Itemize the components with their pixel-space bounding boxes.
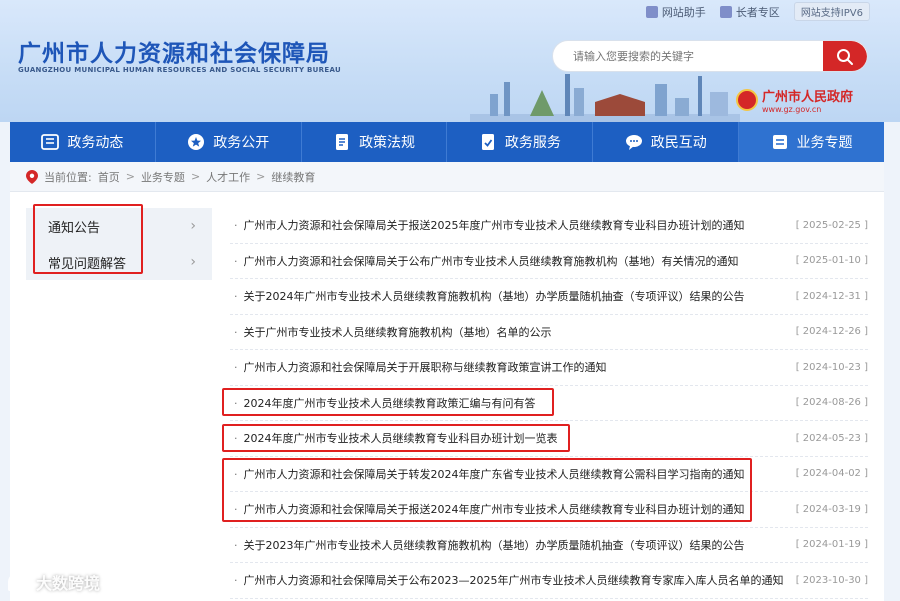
article-title[interactable]: 广州市人力资源和社会保障局关于转发2024年度广东省专业技术人员继续教育公需科目… (230, 466, 745, 482)
site-logo-subtitle: GUANGZHOU MUNICIPAL HUMAN RESOURCES AND … (18, 66, 341, 74)
city-skyline-illustration (470, 74, 740, 122)
article-title[interactable]: 2024年度广州市专业技术人员继续教育政策汇编与有问有答 (230, 395, 536, 411)
document-icon (336, 134, 349, 150)
article-title[interactable]: 广州市人力资源和社会保障局关于报送2024年度广州市专业技术人员继续教育专业科目… (230, 501, 745, 517)
article-title[interactable]: 关于2023年广州市专业技术人员继续教育施教机构（基地）办学质量随机抽查（专项评… (230, 537, 745, 553)
article-date: [ 2024-03-19 ] (795, 503, 868, 515)
service-icon (481, 134, 494, 150)
chevron-right-icon: › (190, 218, 196, 234)
article-date: [ 2025-01-10 ] (795, 255, 868, 267)
nav-item-topics[interactable]: 业务专题 (739, 122, 884, 162)
article-date: [ 2023-10-30 ] (795, 574, 868, 586)
assistant-icon (645, 5, 658, 18)
list-item[interactable]: 广州市人力资源和社会保障局关于开展职称与继续教育政策宣讲工作的通知 [ 2024-… (230, 350, 868, 386)
search-input[interactable] (553, 41, 823, 71)
article-title[interactable]: 广州市人力资源和社会保障局关于公布广州市专业技术人员继续教育施教机构（基地）有关… (230, 253, 739, 269)
site-header: 网站助手 长者专区 网站支持IPV6 广州市人力资源和社会保障局 GUANGZH… (0, 0, 900, 122)
article-list: 广州市人力资源和社会保障局关于报送2025年度广州市专业技术人员继续教育专业科目… (230, 208, 868, 599)
elder-icon (719, 5, 732, 18)
list-item[interactable]: 关于2024年广州市专业技术人员继续教育施教机构（基地）办学质量随机抽查（专项评… (230, 279, 868, 315)
article-date: [ 2024-10-23 ] (795, 361, 868, 373)
nav-item-service[interactable]: 政务服务 (447, 122, 594, 162)
list-item[interactable]: 关于广州市专业技术人员继续教育施教机构（基地）名单的公示 [ 2024-12-26… (230, 315, 868, 350)
main-nav: 政务动态 政务公开 政策法规 政务服务 政民互动 业务专题 (10, 122, 884, 162)
site-assistant-link[interactable]: 网站助手 (645, 4, 706, 20)
article-date: [ 2024-05-23 ] (795, 432, 868, 444)
article-title[interactable]: 关于2024年广州市专业技术人员继续教育施教机构（基地）办学质量随机抽查（专项评… (230, 288, 745, 304)
sidebar-item-faq[interactable]: 常见问题解答 › (26, 244, 212, 280)
article-date: [ 2025-02-25 ] (795, 219, 868, 231)
article-title[interactable]: 关于广州市专业技术人员继续教育施教机构（基地）名单的公示 (230, 324, 552, 340)
chevron-right-icon: › (190, 254, 196, 270)
news-icon (41, 134, 60, 150)
list-item[interactable]: 广州市人力资源和社会保障局关于公布2023—2025年广州市专业技术人员继续教育… (230, 563, 868, 599)
list-item[interactable]: 广州市人力资源和社会保障局关于报送2024年度广州市专业技术人员继续教育专业科目… (230, 492, 868, 528)
breadcrumb-current[interactable]: 继续教育 (271, 169, 315, 185)
article-date: [ 2024-12-31 ] (795, 290, 868, 302)
gov-name: 广州市人民政府 (762, 90, 854, 105)
list-item[interactable]: 广州市人力资源和社会保障局关于公布广州市专业技术人员继续教育施教机构（基地）有关… (230, 244, 868, 279)
chat-icon (625, 135, 642, 150)
gov-url: www.gz.gov.cn (762, 105, 822, 114)
article-title[interactable]: 广州市人力资源和社会保障局关于报送2025年度广州市专业技术人员继续教育专业科目… (230, 217, 745, 233)
sidebar-item-notices[interactable]: 通知公告 › (26, 208, 212, 244)
watermark-logo-icon (8, 573, 30, 591)
search-box (552, 40, 868, 72)
location-pin-icon (26, 169, 38, 184)
nav-item-policy[interactable]: 政策法规 (302, 122, 448, 162)
article-date: [ 2024-08-26 ] (795, 397, 868, 409)
government-emblem-icon (736, 89, 758, 111)
article-date: [ 2024-01-19 ] (795, 539, 868, 551)
breadcrumb-talent[interactable]: 人才工作 (206, 169, 250, 185)
article-title[interactable]: 2024年度广州市专业技术人员继续教育专业科目办班计划一览表 (230, 430, 558, 446)
content-area: 通知公告 › 常见问题解答 › 广州市人力资源和社会保障局关于报送2025年度广… (10, 192, 884, 601)
nav-item-news[interactable]: 政务动态 (10, 122, 156, 162)
article-title[interactable]: 广州市人力资源和社会保障局关于开展职称与继续教育政策宣讲工作的通知 (230, 359, 607, 375)
list-item[interactable]: 关于2023年广州市专业技术人员继续教育施教机构（基地）办学质量随机抽查（专项评… (230, 528, 868, 563)
list-item[interactable]: 2024年度广州市专业技术人员继续教育政策汇编与有问有答 [ 2024-08-26… (230, 386, 868, 421)
gz-government-link[interactable]: 广州市人民政府 www.gz.gov.cn (736, 86, 853, 114)
article-date: [ 2024-12-26 ] (795, 326, 868, 338)
site-logo-title[interactable]: 广州市人力资源和社会保障局 (18, 34, 330, 68)
search-button[interactable] (823, 41, 867, 71)
top-utility-bar: 网站助手 长者专区 网站支持IPV6 (645, 2, 870, 21)
nav-item-disclosure[interactable]: 政务公开 (156, 122, 302, 162)
list-item[interactable]: 2024年度广州市专业技术人员继续教育专业科目办班计划一览表 [ 2024-05-… (230, 421, 868, 457)
ipv6-badge: 网站支持IPV6 (793, 2, 870, 21)
list-item[interactable]: 广州市人力资源和社会保障局关于转发2024年度广东省专业技术人员继续教育公需科目… (230, 457, 868, 492)
watermark: 大数跨境 (8, 570, 100, 594)
breadcrumb-prefix: 当前位置: (44, 170, 92, 184)
article-date: [ 2024-04-02 ] (795, 468, 868, 480)
list-item[interactable]: 广州市人力资源和社会保障局关于报送2025年度广州市专业技术人员继续教育专业科目… (230, 208, 868, 244)
breadcrumb: 当前位置: 首页 > 业务专题 > 人才工作 > 继续教育 (10, 162, 884, 192)
breadcrumb-home[interactable]: 首页 (98, 169, 120, 185)
elder-zone-link[interactable]: 长者专区 (719, 4, 780, 20)
breadcrumb-topics[interactable]: 业务专题 (141, 169, 185, 185)
topic-icon (772, 135, 787, 149)
article-title[interactable]: 广州市人力资源和社会保障局关于公布2023—2025年广州市专业技术人员继续教育… (230, 572, 784, 588)
nav-item-interaction[interactable]: 政民互动 (593, 122, 740, 162)
sidebar: 通知公告 › 常见问题解答 › (26, 208, 212, 280)
star-icon (188, 134, 205, 150)
search-icon (837, 49, 853, 65)
